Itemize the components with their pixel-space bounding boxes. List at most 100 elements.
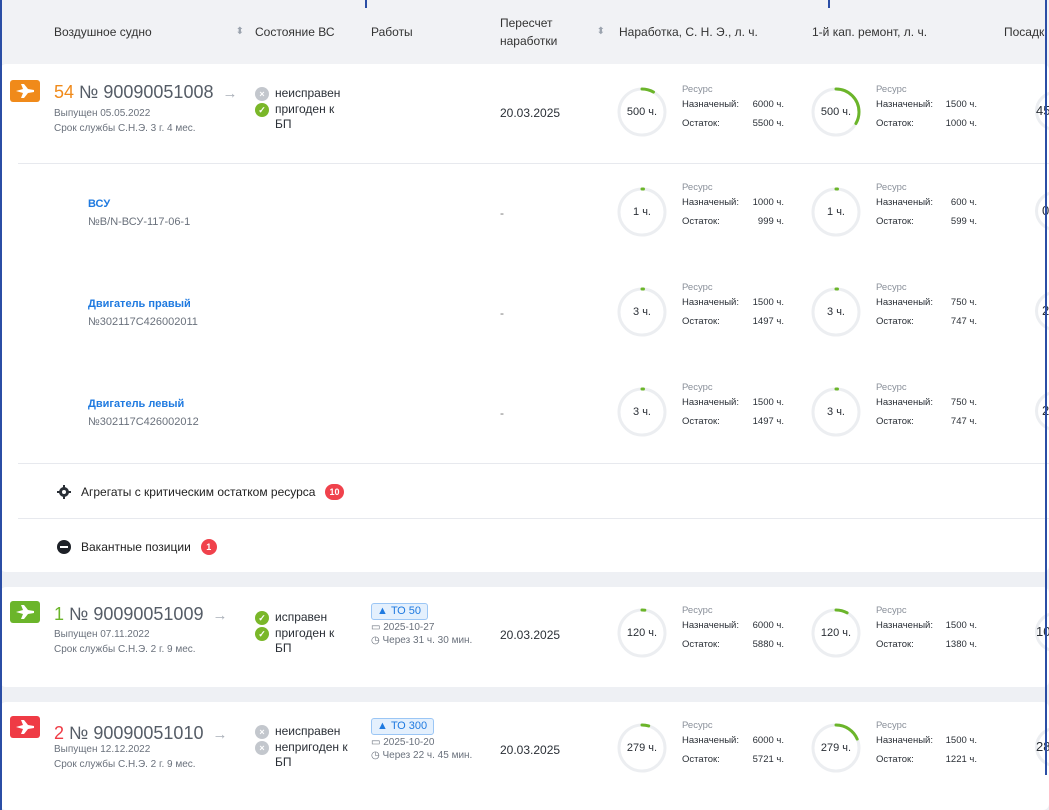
assigned-label: Назначеный:	[876, 620, 933, 631]
aircraft-number[interactable]: 54 № 90090051008 →	[54, 82, 238, 103]
aircraft-number[interactable]: 2 № 90090051010 →	[54, 723, 227, 744]
aircraft-meta: Выпущен 07.11.2022 Срок службы С.Н.Э. 2 …	[54, 627, 196, 657]
plane-icon	[10, 80, 40, 102]
overhaul-gauge: 3 ч.	[810, 286, 862, 338]
critical-units[interactable]: Агрегаты с критическим остатком ресурса …	[57, 484, 344, 500]
critical-label: Агрегаты с критическим остатком ресурса	[81, 485, 316, 499]
resource-title: Ресурс	[876, 605, 907, 616]
resource-title: Ресурс	[876, 282, 907, 293]
runtime-gauge: 500 ч.	[616, 86, 668, 138]
column-recalc[interactable]: Пересчет наработки ⬍	[500, 0, 605, 64]
state-line: × неисправен	[255, 724, 365, 739]
sort-icon[interactable]: ⬍	[597, 23, 605, 41]
recalc-date: -	[500, 206, 504, 220]
check-circle-icon: ✓	[255, 627, 269, 641]
frame-border-tick	[828, 0, 830, 8]
column-works-label: Работы	[371, 25, 413, 39]
calendar-icon: ▭	[371, 622, 384, 633]
runtime-resource: Ресурс Назначеный: 1000 ч. Остаток: 999 ч.	[682, 180, 784, 229]
maintenance-tag[interactable]: ▲ ТО 300	[371, 718, 435, 735]
arrow-right-icon[interactable]: →	[212, 726, 227, 743]
state-line: × неисправен	[255, 86, 350, 101]
assigned-value: 600 ч.	[950, 197, 977, 208]
vacant-label: Вакантные позиции	[81, 540, 191, 554]
assigned-value: 6000 ч.	[752, 620, 784, 631]
maintenance-tag[interactable]: ▲ ТО 50	[371, 603, 429, 620]
resource-title: Ресурс	[876, 720, 907, 731]
remaining-label: Остаток:	[876, 118, 914, 129]
vacant-positions[interactable]: Вакантные позиции 1	[57, 539, 217, 555]
resource-title: Ресурс	[876, 84, 907, 95]
component-name[interactable]: Двигатель правый	[88, 298, 191, 310]
aircraft-row[interactable]: 2 № 90090051010 → Выпущен 12.12.2022 Сро…	[0, 702, 1049, 802]
resource-title: Ресурс	[682, 84, 713, 95]
overhaul-gauge: 500 ч.	[810, 86, 862, 138]
assigned-value: 1500 ч.	[752, 397, 784, 408]
remaining-label: Остаток:	[682, 118, 720, 129]
gauge-value: 500 ч.	[820, 106, 852, 118]
remaining-value: 5880 ч.	[752, 639, 784, 650]
column-works[interactable]: Работы	[371, 0, 413, 64]
aircraft-number[interactable]: 1 № 90090051009 →	[54, 604, 227, 625]
overhaul-gauge: 3 ч.	[810, 386, 862, 438]
overhaul-gauge: 279 ч.	[810, 722, 862, 774]
column-landings[interactable]: Посадк	[1004, 0, 1044, 64]
component-row[interactable]: Двигатель правый №302117С426002011 - 3 ч…	[0, 264, 1049, 364]
remaining-label: Остаток:	[876, 754, 914, 765]
remaining-label: Остаток:	[876, 416, 914, 427]
frame-border-right	[1045, 0, 1047, 775]
critical-units-row[interactable]: Агрегаты с критическим остатком ресурса …	[0, 464, 1049, 519]
runtime-gauge: 279 ч.	[616, 722, 668, 774]
service-life: Срок службы С.Н.Э. 2 г. 9 мес.	[54, 644, 196, 655]
aircraft-row[interactable]: 1 № 90090051009 → Выпущен 07.11.2022 Сро…	[0, 587, 1049, 687]
resource-title: Ресурс	[682, 282, 713, 293]
aircraft-count: 1	[54, 604, 65, 624]
remaining-label: Остаток:	[876, 316, 914, 327]
issued-date: Выпущен 07.11.2022	[54, 629, 150, 640]
assigned-label: Назначеный:	[876, 297, 933, 308]
runtime-resource: Ресурс Назначеный: 1500 ч. Остаток: 1497 ч…	[682, 280, 784, 329]
column-runtime[interactable]: Наработка, С. Н. Э., л. ч.	[619, 0, 758, 64]
remaining-value: 1497 ч.	[752, 316, 784, 327]
gauge-value: 1 ч.	[633, 206, 651, 218]
gauge-value: 120 ч.	[820, 627, 852, 639]
arrow-right-icon[interactable]: →	[212, 607, 227, 624]
assigned-label: Назначеный:	[682, 620, 739, 631]
arrow-right-icon[interactable]: →	[223, 85, 238, 102]
vacant-row[interactable]: Вакантные позиции 1	[0, 519, 1049, 572]
clock-icon: ◷	[371, 635, 383, 646]
state-text: неисправен	[275, 86, 341, 100]
column-runtime-label: Наработка, С. Н. Э., л. ч.	[619, 25, 758, 39]
aircraft-table: Воздушное судно ⬍ Состояние ВС Работы Пе…	[0, 0, 1049, 810]
assigned-value: 1000 ч.	[752, 197, 784, 208]
work-due: Через 31 ч. 30 мин.	[382, 635, 473, 646]
x-circle-icon: ×	[255, 87, 269, 101]
state-cell: × неисправен × непригоден к БП	[255, 724, 365, 771]
remaining-value: 1380 ч.	[945, 639, 977, 650]
resource-title: Ресурс	[682, 382, 713, 393]
remaining-value: 599 ч.	[950, 216, 977, 227]
table-header: Воздушное судно ⬍ Состояние ВС Работы Пе…	[0, 0, 1049, 64]
component-row[interactable]: Двигатель левый №302117С426002012 - 3 ч.…	[0, 364, 1049, 464]
column-overhaul[interactable]: 1-й кап. ремонт, л. ч.	[812, 0, 927, 64]
landings-value: 100	[1036, 624, 1049, 639]
remaining-value: 747 ч.	[950, 316, 977, 327]
column-state[interactable]: Состояние ВС	[255, 0, 334, 64]
gauge-value: 3 ч.	[633, 306, 651, 318]
aircraft-row[interactable]: 54 № 90090051008 → Выпущен 05.05.2022 Ср…	[0, 64, 1049, 164]
recalc-date: 20.03.2025	[500, 743, 561, 757]
sort-icon[interactable]: ⬍	[236, 23, 244, 41]
column-aircraft[interactable]: Воздушное судно ⬍	[54, 0, 244, 64]
remaining-label: Остаток:	[876, 216, 914, 227]
runtime-resource: Ресурс Назначеный: 6000 ч. Остаток: 5880 ч…	[682, 603, 784, 652]
assigned-label: Назначеный:	[682, 297, 739, 308]
component-name[interactable]: Двигатель левый	[88, 398, 184, 410]
work-date: 2025-10-20	[383, 737, 435, 748]
state-line: ✓ пригоден к БП	[255, 102, 350, 132]
runtime-gauge: 120 ч.	[616, 607, 668, 659]
gauge-value: 3 ч.	[827, 306, 845, 318]
component-name[interactable]: ВСУ	[88, 198, 110, 210]
assigned-label: Назначеный:	[876, 99, 933, 110]
runtime-gauge: 3 ч.	[616, 286, 668, 338]
component-row[interactable]: ВСУ №B/N-ВСУ-117-06-1 - 1 ч. Ресурс Назн…	[0, 164, 1049, 264]
